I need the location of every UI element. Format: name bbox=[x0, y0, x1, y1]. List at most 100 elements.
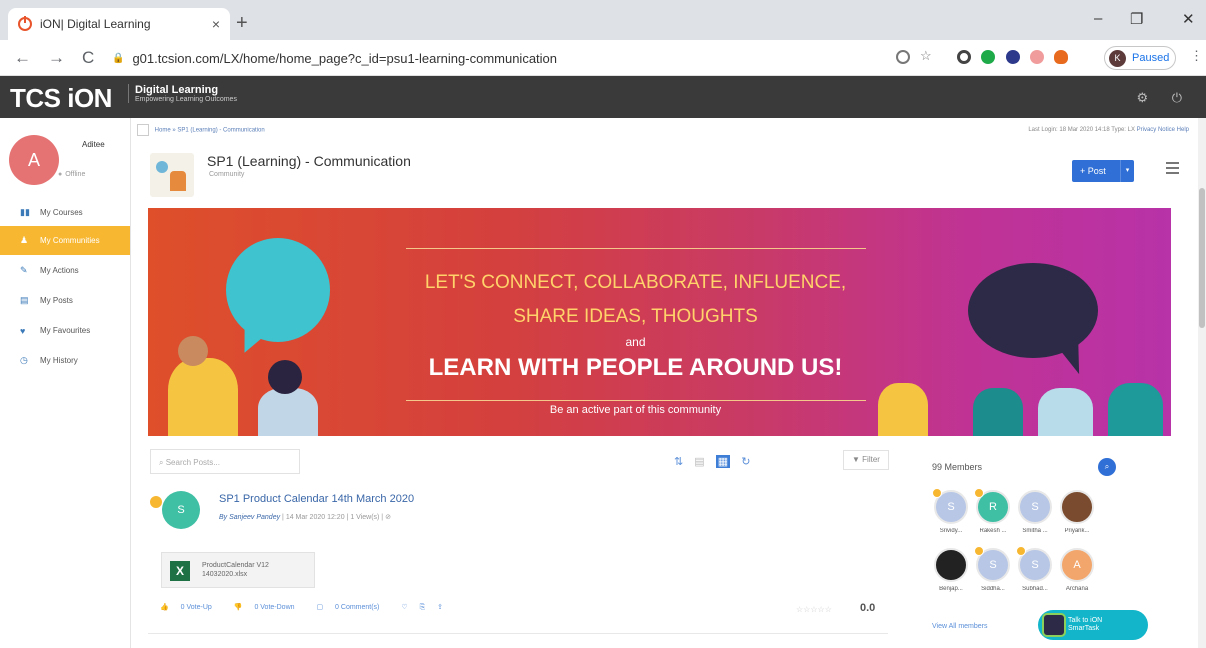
history-icon: ◷ bbox=[20, 355, 28, 365]
brand-tagline: Empowering Learning Outcomes bbox=[135, 96, 237, 103]
member-name: Benjap... bbox=[939, 586, 963, 592]
sidebar-item-my-actions[interactable]: ✎ My Actions bbox=[0, 256, 130, 285]
search-input[interactable]: ⌕ Search Posts... bbox=[150, 449, 300, 474]
member-avatar[interactable]: A bbox=[1060, 548, 1094, 582]
sidebar-item-my-history[interactable]: ◷ My History bbox=[0, 346, 130, 375]
post-actions: 👍 0 Vote-Up 👎 0 Vote-Down ▢ 0 Comment(s)… bbox=[160, 603, 453, 612]
sidebar-item-my-communities[interactable]: ♟ My Communities bbox=[0, 226, 130, 255]
member-initial: A bbox=[1073, 559, 1081, 571]
tab-close-icon[interactable]: × bbox=[212, 16, 220, 32]
banner-line-3: and bbox=[625, 335, 646, 349]
extension-green-icon[interactable] bbox=[981, 50, 995, 64]
link-icon[interactable]: ⊘ bbox=[385, 514, 391, 521]
copy-icon[interactable]: ⎘ bbox=[420, 604, 426, 611]
member-badge-icon bbox=[1016, 546, 1026, 556]
privacy-notice-link[interactable]: Privacy Notice bbox=[1137, 127, 1175, 133]
rating-stars[interactable]: ☆☆☆☆☆ bbox=[796, 605, 832, 614]
add-post-button[interactable]: + Post ▾ bbox=[1072, 160, 1134, 182]
sidebar-item-my-posts[interactable]: ▤ My Posts bbox=[0, 286, 130, 315]
breadcrumb-path[interactable]: Home » SP1 (Learning) - Communication bbox=[155, 128, 265, 134]
view-all-members-link[interactable]: View All members bbox=[932, 623, 988, 630]
favourite-icon[interactable]: ♡ bbox=[401, 604, 407, 611]
post-date: 14 Mar 2020 12:20 bbox=[285, 514, 345, 521]
list-view-icon[interactable]: ▤ bbox=[694, 455, 704, 468]
page-title: SP1 (Learning) - Communication bbox=[207, 153, 411, 169]
app-header: TCS iON Digital Learning Empowering Lear… bbox=[0, 76, 1206, 118]
profile-button[interactable]: K Paused bbox=[1104, 46, 1176, 70]
comments-button[interactable]: ▢ 0 Comment(s) bbox=[316, 604, 389, 611]
sort-icon[interactable]: ⇅ bbox=[674, 455, 683, 468]
new-tab-icon[interactable]: + bbox=[236, 12, 248, 35]
member-avatar[interactable] bbox=[934, 548, 968, 582]
post-author[interactable]: By Sanjeev Pandey bbox=[219, 514, 280, 521]
chevron-down-icon[interactable]: ▾ bbox=[1120, 160, 1134, 182]
browser-menu-icon[interactable]: ⋮ bbox=[1190, 48, 1203, 64]
minimize-icon[interactable]: – bbox=[1094, 10, 1102, 27]
avatar[interactable]: S bbox=[162, 491, 200, 529]
courses-icon: ▮▮ bbox=[20, 207, 30, 217]
attachment-card[interactable]: X ProductCalendar V12 14032020.xlsx bbox=[161, 552, 315, 588]
heart-icon: ♥ bbox=[20, 325, 26, 336]
last-login-info: Last Login: 18 Mar 2020 14:18 Type: LX P… bbox=[1028, 127, 1189, 133]
card-view-icon[interactable]: ▦ bbox=[715, 455, 731, 468]
url-text: g01.tcsion.com/LX/home/home_page?c_id=ps… bbox=[132, 50, 558, 66]
url-field[interactable]: 🔒 g01.tcsion.com/LX/home/home_page?c_id=… bbox=[112, 46, 952, 70]
profile-avatar: K bbox=[1109, 49, 1126, 67]
member-badge-icon bbox=[974, 546, 984, 556]
extension-pink-icon[interactable] bbox=[1030, 50, 1044, 64]
post-meta: By Sanjeev Pandey | 14 Mar 2020 12:20 | … bbox=[219, 514, 391, 521]
banner-divider-bottom bbox=[406, 400, 866, 401]
avatar[interactable]: A bbox=[9, 135, 59, 185]
zoom-icon[interactable] bbox=[896, 50, 910, 64]
sidebar-toggle-icon[interactable] bbox=[137, 124, 149, 136]
banner-tagline: Be an active part of this community bbox=[549, 404, 722, 416]
share-icon[interactable]: ⇪ bbox=[437, 604, 443, 611]
attachment-name: ProductCalendar V12 14032020.xlsx bbox=[202, 562, 269, 578]
thumbs-down-icon: 👎 bbox=[233, 604, 245, 611]
page-scrollbar[interactable] bbox=[1198, 118, 1206, 648]
refresh-icon[interactable]: ↻ bbox=[741, 455, 750, 468]
user-status[interactable]: Offline bbox=[58, 171, 85, 178]
back-icon[interactable]: ← bbox=[14, 48, 31, 68]
search-members-icon[interactable]: ⌕ bbox=[1098, 458, 1116, 476]
extension-circle-icon[interactable] bbox=[957, 50, 971, 64]
extension-flame-icon[interactable] bbox=[1054, 50, 1068, 64]
vote-up-label: 0 Vote-Up bbox=[180, 604, 212, 611]
member-initial: S bbox=[1031, 501, 1039, 513]
thumbs-up-icon: 👍 bbox=[160, 604, 171, 611]
filter-button[interactable]: ▼ Filter bbox=[843, 450, 889, 470]
star-icon[interactable]: ☆ bbox=[920, 48, 934, 63]
member-badge-icon bbox=[932, 488, 942, 498]
extension-k-icon[interactable] bbox=[1006, 50, 1020, 64]
maximize-icon[interactable]: ❐ bbox=[1130, 10, 1143, 28]
help-link[interactable]: Help bbox=[1177, 127, 1189, 133]
talk-label: Talk to iON SmarTask bbox=[1068, 617, 1102, 633]
view-toggle-group: ⇅ ▤ ▦ ↻ bbox=[674, 455, 758, 468]
vote-down-button[interactable]: 👎 0 Vote-Down bbox=[234, 604, 305, 611]
tcs-ion-logo[interactable]: TCS iON bbox=[10, 83, 112, 114]
community-thumbnail bbox=[150, 153, 194, 197]
post-title-link[interactable]: SP1 Product Calendar 14th March 2020 bbox=[219, 493, 414, 505]
browser-tab[interactable]: iON| Digital Learning × bbox=[8, 8, 230, 40]
menu-icon[interactable] bbox=[1166, 162, 1179, 174]
header-settings-power-icons[interactable]: ⚙ ⏻ bbox=[1136, 90, 1192, 106]
member-initial: S bbox=[947, 501, 955, 513]
actions-icon: ✎ bbox=[20, 265, 28, 275]
banner-line-1: LET'S CONNECT, COLLABORATE, INFLUENCE, bbox=[424, 272, 847, 293]
excel-file-icon: X bbox=[170, 561, 190, 581]
member-avatar[interactable]: S bbox=[1018, 490, 1052, 524]
member-avatar[interactable] bbox=[1060, 490, 1094, 524]
talk-to-ion-button[interactable]: Talk to iON SmarTask bbox=[1038, 610, 1148, 640]
reload-icon[interactable]: C bbox=[82, 48, 94, 68]
sidebar-item-my-favourites[interactable]: ♥ My Favourites bbox=[0, 316, 130, 345]
window-close-icon[interactable]: ✕ bbox=[1182, 10, 1195, 28]
talk-line-2: SmarTask bbox=[1068, 625, 1100, 632]
vote-up-button[interactable]: 👍 0 Vote-Up bbox=[160, 604, 222, 611]
user-name: Aditee bbox=[82, 140, 105, 149]
banner-headline: LEARN WITH PEOPLE AROUND US! bbox=[428, 354, 843, 381]
banner-line-2: SHARE IDEAS, THOUGHTS bbox=[513, 306, 758, 327]
forward-icon[interactable]: → bbox=[48, 48, 65, 68]
sidebar-item-my-courses[interactable]: ▮▮ My Courses bbox=[0, 198, 130, 227]
search-placeholder: Search Posts... bbox=[165, 458, 220, 467]
members-panel: 99 Members ⌕ S Srividy... R Rakesh ... S… bbox=[924, 448, 1148, 648]
